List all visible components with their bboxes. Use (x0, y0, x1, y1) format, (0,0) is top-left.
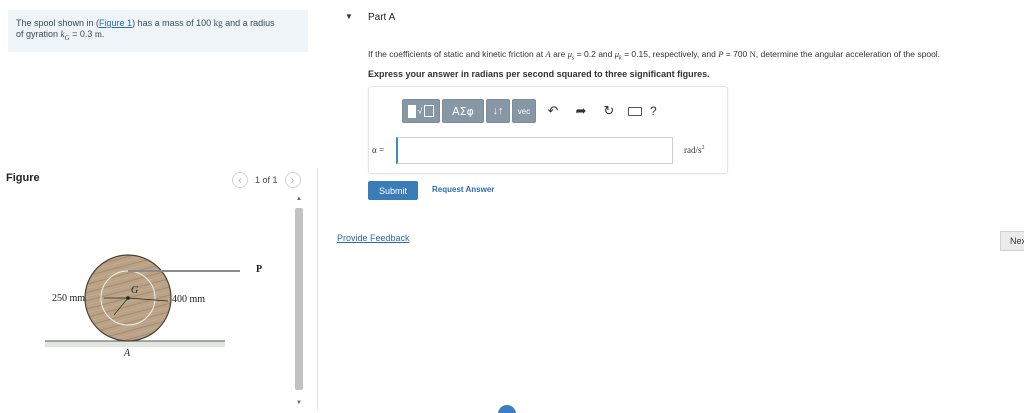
length-unit: m (94, 29, 102, 39)
mass-unit: kg (213, 18, 223, 28)
question-fragment: = 700 (723, 49, 750, 59)
force-label: P (256, 264, 263, 275)
help-icon[interactable]: ? (650, 104, 657, 118)
part-title[interactable]: Part A (368, 12, 395, 23)
answer-instruction: Express your answer in radians per secon… (368, 69, 710, 79)
answer-input[interactable] (396, 137, 673, 164)
contact-label: A (123, 348, 131, 359)
scroll-down-icon[interactable]: ▼ (296, 400, 302, 406)
next-button[interactable]: Next (1000, 231, 1024, 251)
provide-feedback-link[interactable]: Provide Feedback (337, 233, 410, 243)
request-answer-link[interactable]: Request Answer (432, 185, 494, 194)
figure-heading: Figure (6, 172, 40, 184)
keyboard-icon[interactable] (628, 106, 642, 116)
inner-radius-label: 250 mm (52, 293, 85, 304)
floating-help-button[interactable] (498, 405, 516, 413)
statement-text-4: of gyration (16, 29, 61, 39)
statement-text-3: and a radius (222, 18, 275, 28)
outer-radius-label: 400 mm (172, 294, 205, 305)
center-point (126, 296, 130, 300)
scrollbar-thumb[interactable] (295, 208, 303, 390)
math-toolbar: √ ΑΣφ ↓↑ vec ↶ ➦ ↻ ? (402, 99, 657, 123)
alpha-label: α = (372, 145, 385, 155)
radical-icon: √ (417, 106, 423, 116)
vector-button[interactable]: vec (512, 99, 536, 123)
greek-symbols-button[interactable]: ΑΣφ (442, 99, 484, 123)
template-outline-icon (424, 105, 435, 117)
center-label: G (131, 285, 138, 296)
arrows-button[interactable]: ↓↑ (486, 99, 510, 123)
pager-text: 1 of 1 (255, 175, 278, 185)
submit-button[interactable]: Submit (368, 181, 418, 200)
statement-text-2: ) has a mass of 100 (132, 18, 214, 28)
chevron-left-icon[interactable]: ‹ (232, 172, 248, 188)
unit-label: rad/s2 (684, 145, 705, 155)
statement-text-6: . (101, 29, 105, 39)
unit-base: rad/s (684, 145, 702, 155)
reset-icon[interactable]: ↻ (598, 99, 620, 123)
caret-down-icon[interactable]: ▼ (345, 12, 353, 21)
panel-divider (317, 168, 318, 410)
question-fragment: are (550, 49, 568, 59)
templates-button[interactable]: √ (402, 99, 440, 123)
question-text: If the coefficients of static and kineti… (368, 49, 1024, 62)
chevron-right-icon[interactable]: › (284, 172, 301, 188)
question-fragment: If the coefficients of static and kineti… (368, 49, 546, 59)
statement-text-5: = 0.3 (69, 29, 95, 39)
scroll-up-icon[interactable]: ▲ (296, 196, 302, 202)
figure-scrollbar[interactable]: ▲ ▼ (294, 196, 304, 410)
unit-exponent: 2 (701, 145, 705, 151)
figure-link[interactable]: Figure 1 (99, 18, 132, 28)
redo-icon[interactable]: ➦ (570, 99, 592, 123)
question-fragment: = 0.2 and (574, 49, 615, 59)
template-box-icon (407, 104, 416, 118)
statement-text-1: The spool shown in ( (16, 18, 100, 28)
ground-surface (45, 341, 225, 347)
question-fragment: , determine the angular acceleration of … (755, 49, 941, 59)
problem-statement: The spool shown in (Figure 1) has a mass… (8, 10, 308, 52)
undo-icon[interactable]: ↶ (542, 99, 564, 123)
next-label: Next (1010, 236, 1024, 246)
spool-figure: 250 mm 400 mm G A (45, 254, 240, 359)
figure-pager: ‹ 1 of 1 › (232, 172, 301, 188)
question-fragment: = 0.15, respectively, and (621, 49, 719, 59)
